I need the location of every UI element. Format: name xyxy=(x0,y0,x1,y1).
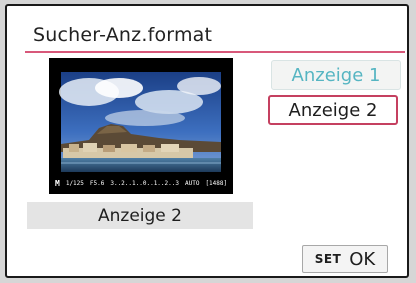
iso-value: AUTO xyxy=(184,179,200,187)
page-title: Sucher-Anz.format xyxy=(33,24,213,46)
exposure-scale: 3..2..1..0..1..2..3 xyxy=(110,179,179,187)
menu-screen: Sucher-Anz.format M 1/125 F5.6 3..2..1..… xyxy=(5,4,409,278)
viewfinder-preview-image: M 1/125 F5.6 3..2..1..0..1..2..3 AUTO [1… xyxy=(49,58,233,194)
preview-caption: Anzeige 2 xyxy=(27,202,253,229)
shots-remaining: [1488] xyxy=(205,179,228,187)
shooting-info-bar: M 1/125 F5.6 3..2..1..0..1..2..3 AUTO [1… xyxy=(49,172,233,194)
shutter-speed: 1/125 xyxy=(65,179,84,187)
option-anzeige-1[interactable]: Anzeige 1 xyxy=(271,60,401,90)
ok-label: OK xyxy=(349,248,376,270)
set-label: SET xyxy=(314,252,342,266)
title-divider xyxy=(25,51,405,53)
option-anzeige-2[interactable]: Anzeige 2 xyxy=(268,95,398,125)
aperture-value: F5.6 xyxy=(89,179,105,187)
set-ok-button[interactable]: SET OK xyxy=(302,245,388,273)
shooting-mode: M xyxy=(55,178,60,188)
